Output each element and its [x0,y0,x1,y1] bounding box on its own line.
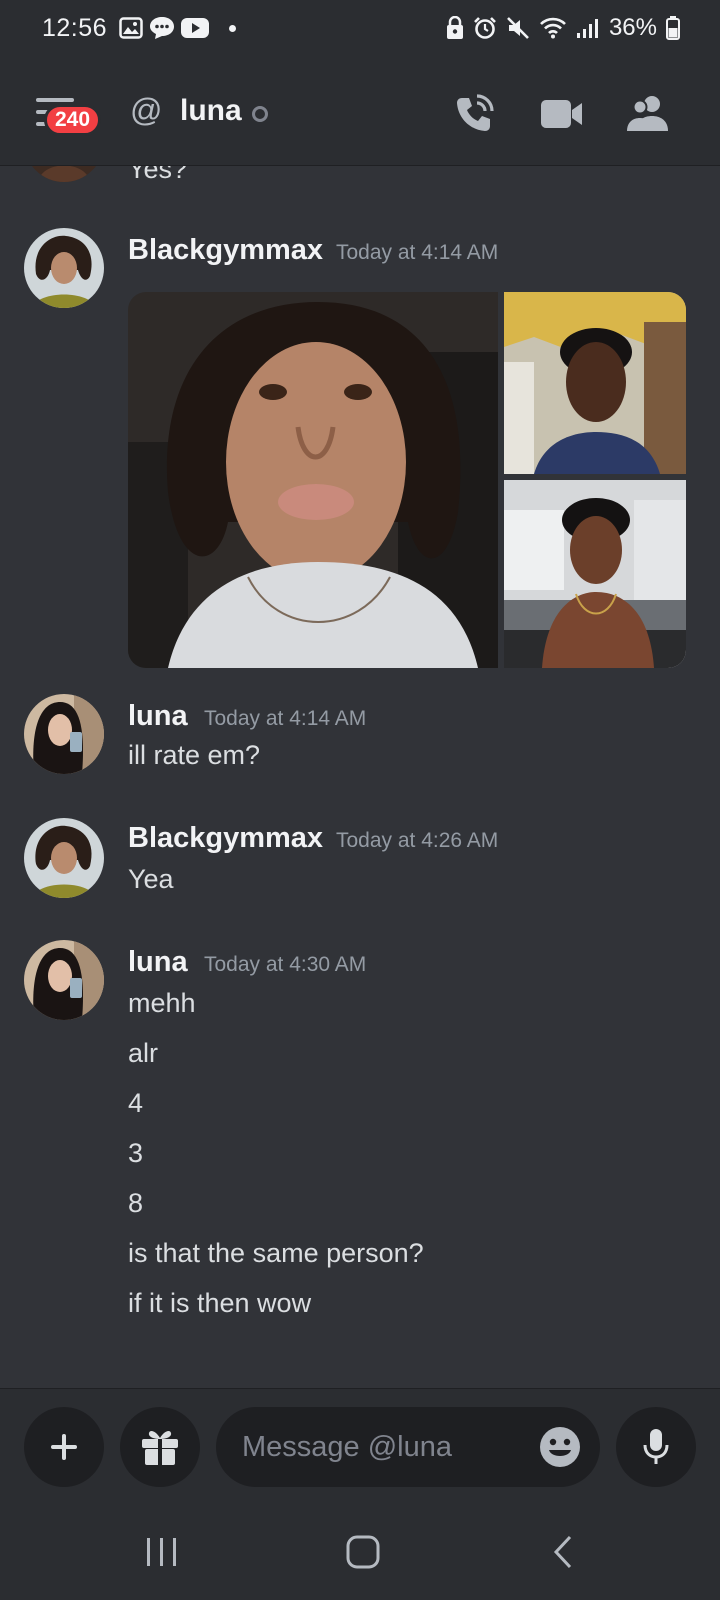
attachment-image-3[interactable] [504,480,686,668]
voice-call-icon [457,94,494,131]
back-button[interactable] [534,1530,594,1574]
plus-icon [51,1434,77,1460]
members-button[interactable] [620,86,676,142]
message-author[interactable]: Blackgymmax [128,822,323,855]
offline-status-icon [252,106,268,122]
message-text: is that the same person? [128,1238,424,1268]
message-timestamp: Today at 4:14 AM [204,707,367,730]
message-input-placeholder: Message @luna [242,1431,452,1463]
message-text: Yea [128,864,174,894]
avatar[interactable] [24,818,104,898]
channel-title[interactable]: luna [180,94,242,128]
emoji-button[interactable] [538,1425,582,1469]
signal-icon [576,17,600,39]
status-time: 12:56 [42,13,108,42]
mute-icon [506,16,530,40]
message-author[interactable]: luna [128,946,188,979]
home-icon [346,1535,380,1569]
voice-call-button[interactable] [446,86,502,142]
message-timestamp: Today at 4:14 AM [336,241,499,264]
message-input[interactable]: Message @luna [216,1407,600,1487]
message-text: mehh [128,988,196,1018]
wifi-icon [539,17,567,39]
gift-icon [142,1430,178,1465]
message-list[interactable]: Yes? Blackgymmax Today at 4:14 AM luna T… [0,166,720,1388]
lock-icon [446,16,464,40]
recent-apps-icon [147,1538,176,1566]
message-author[interactable]: luna [128,700,188,733]
message-timestamp: Today at 4:30 AM [204,953,367,976]
message-text: 8 [128,1188,144,1218]
channel-header: 240 @ luna [0,56,720,166]
mention-badge: 240 [44,104,102,136]
message-text: 3 [128,1138,144,1168]
gift-button[interactable] [120,1407,200,1487]
chat-bubble-icon [149,16,175,40]
message-text: 4 [128,1088,144,1118]
image-gallery [128,292,696,668]
youtube-icon [181,18,210,38]
microphone-icon [643,1429,669,1464]
recent-apps-button[interactable] [132,1530,192,1574]
alarm-icon [473,16,497,40]
video-call-icon [541,100,582,128]
attachment-image-2[interactable] [504,292,686,474]
avatar[interactable] [24,940,104,1020]
add-attachment-button[interactable] [24,1407,104,1487]
message-author[interactable]: Blackgymmax [128,234,323,267]
home-button[interactable] [333,1530,393,1574]
avatar[interactable] [24,166,104,182]
message-text: Yes? [128,166,188,184]
back-icon [553,1535,572,1569]
system-navigation-bar [0,1500,720,1600]
message-timestamp: Today at 4:26 AM [336,829,499,852]
battery-percent: 36% [608,14,657,41]
message-text: alr [128,1038,159,1068]
avatar[interactable] [24,694,104,774]
avatar[interactable] [24,228,104,308]
emoji-icon [540,1427,580,1467]
message-composer: Message @luna [0,1388,720,1500]
battery-icon [666,16,680,40]
at-icon: @ [130,92,163,128]
message-text: if it is then wow [128,1288,312,1318]
more-notifications-dot [229,24,237,32]
voice-message-button[interactable] [616,1407,696,1487]
status-bar: 12:56 36% [0,0,720,56]
open-sidebar-button[interactable]: 240 [36,96,102,146]
attachment-image-1[interactable] [128,292,498,668]
image-icon [119,17,143,39]
message-text: ill rate em? [128,740,261,770]
members-icon [627,96,668,131]
video-call-button[interactable] [534,86,590,142]
